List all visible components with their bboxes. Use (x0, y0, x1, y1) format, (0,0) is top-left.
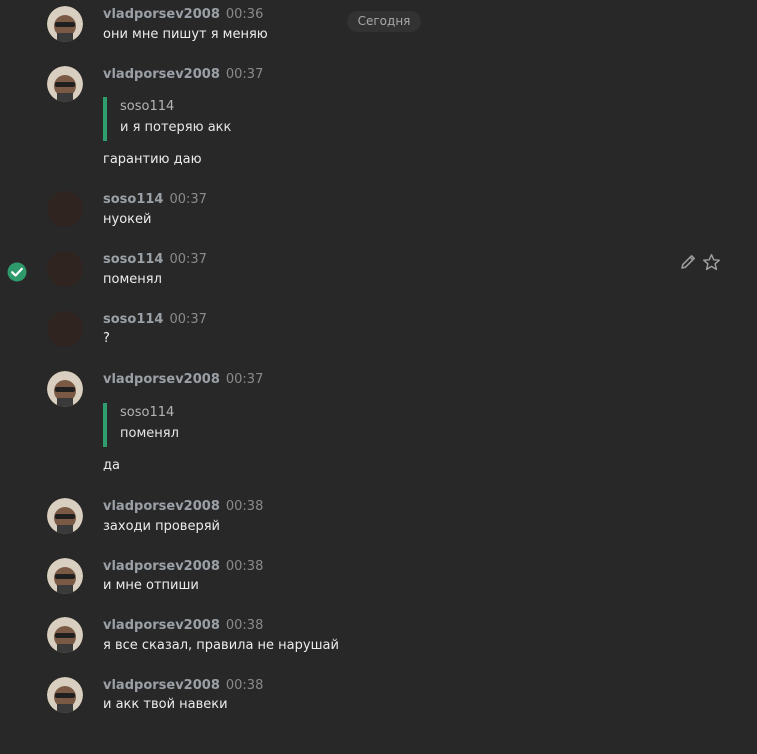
message-header: vladporsev2008 00:38 (103, 499, 263, 514)
message-text: и акк твой навеки (103, 697, 228, 712)
reply-quote[interactable]: soso114 поменял (103, 403, 179, 447)
avatar[interactable] (47, 311, 83, 347)
author-name[interactable]: soso114 (103, 252, 163, 267)
message-text: да (103, 458, 120, 473)
timestamp: 00:37 (225, 372, 264, 387)
message[interactable]: vladporsev2008 00:37 soso114 и я потеряю … (0, 60, 757, 180)
message-text: они мне пишут я меняю (103, 27, 268, 42)
quote-author: soso114 (120, 405, 175, 420)
author-name[interactable]: vladporsev2008 (103, 678, 220, 693)
message-header: vladporsev2008 00:37 (103, 67, 263, 82)
avatar[interactable] (47, 498, 83, 534)
author-name[interactable]: vladporsev2008 (103, 372, 220, 387)
timestamp: 00:37 (169, 252, 207, 267)
message[interactable]: vladporsev2008 00:38 и акк твой навеки (0, 671, 757, 731)
message-header: soso114 00:37 (103, 192, 207, 207)
check-circle-icon[interactable] (7, 262, 27, 282)
message[interactable]: soso114 00:37 поменял (0, 245, 757, 305)
author-name[interactable]: vladporsev2008 (103, 499, 220, 514)
message[interactable]: vladporsev2008 00:38 я все сказал, правил… (0, 611, 757, 671)
timestamp: 00:38 (225, 618, 264, 633)
avatar[interactable] (47, 371, 83, 407)
reply-quote[interactable]: soso114 и я потеряю акк (103, 97, 231, 141)
timestamp: 00:38 (225, 499, 264, 514)
message[interactable]: soso114 00:37 ? (0, 305, 757, 365)
message-header: vladporsev2008 00:38 (103, 559, 263, 574)
message-header: vladporsev2008 00:38 (103, 678, 263, 693)
message-text: поменял (103, 272, 162, 287)
timestamp: 00:37 (169, 312, 207, 327)
timestamp: 00:37 (169, 192, 207, 207)
author-name[interactable]: vladporsev2008 (103, 67, 220, 82)
message-header: soso114 00:37 (103, 312, 207, 327)
timestamp: 00:38 (225, 559, 264, 574)
quote-author: soso114 (120, 99, 175, 114)
timestamp: 00:37 (225, 67, 264, 82)
quote-text: и я потеряю акк (120, 120, 232, 135)
message-text: нуокей (103, 212, 152, 227)
message-header: vladporsev2008 00:36 (103, 7, 263, 22)
author-name[interactable]: soso114 (103, 192, 163, 207)
avatar[interactable] (47, 558, 83, 594)
message[interactable]: vladporsev2008 00:38 заходи проверяй (0, 492, 757, 552)
timestamp: 00:36 (225, 7, 264, 22)
message[interactable]: vladporsev2008 00:37 soso114 поменял да (0, 365, 757, 485)
message-header: soso114 00:37 (103, 252, 207, 267)
timestamp: 00:38 (225, 678, 264, 693)
message[interactable]: vladporsev2008 00:36 они мне пишут я меня… (0, 0, 757, 60)
message-header: vladporsev2008 00:38 (103, 618, 263, 633)
avatar[interactable] (47, 66, 83, 102)
message-header: vladporsev2008 00:37 (103, 372, 263, 387)
avatar[interactable] (47, 191, 83, 227)
message[interactable]: soso114 00:37 нуокей (0, 185, 757, 245)
author-name[interactable]: vladporsev2008 (103, 618, 220, 633)
message-text: заходи проверяй (103, 519, 220, 534)
message-text: и мне отпиши (103, 578, 199, 593)
pencil-icon[interactable] (679, 253, 697, 271)
quote-text: поменял (120, 426, 179, 441)
author-name[interactable]: vladporsev2008 (103, 7, 220, 22)
author-name[interactable]: vladporsev2008 (103, 559, 220, 574)
avatar[interactable] (47, 6, 83, 42)
message-text: гарантию даю (103, 152, 202, 167)
star-outline-icon[interactable] (702, 253, 721, 272)
avatar[interactable] (47, 251, 83, 287)
author-name[interactable]: soso114 (103, 312, 163, 327)
message-text: я все сказал, правила не нарушай (103, 638, 339, 653)
message[interactable]: vladporsev2008 00:38 и мне отпиши (0, 552, 757, 612)
avatar[interactable] (47, 677, 83, 713)
message-text: ? (103, 331, 110, 346)
avatar[interactable] (47, 617, 83, 653)
